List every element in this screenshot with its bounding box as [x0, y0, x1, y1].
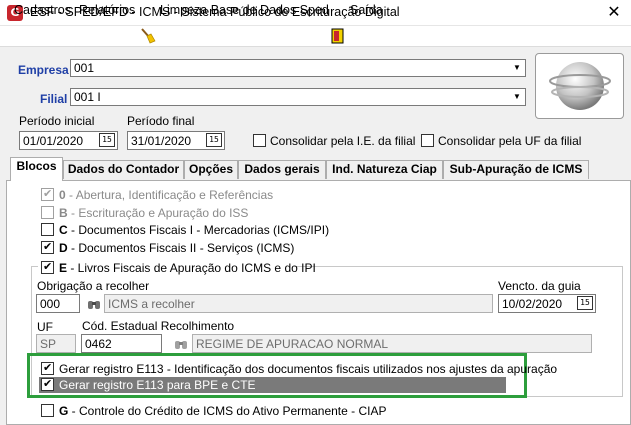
bloco-b-label: B - Escrituração e Apuração do ISS: [59, 206, 249, 220]
logo-globe-icon: [549, 62, 611, 110]
uf-value: SP: [40, 337, 57, 351]
bloco-e-checkbox[interactable]: [41, 260, 54, 274]
e113-bpe-checkbox[interactable]: [41, 377, 54, 391]
calendar-icon[interactable]: 15: [99, 133, 115, 147]
vencto-input[interactable]: 10/02/2020 15: [498, 294, 596, 313]
periodo-final-value: 31/01/2020: [131, 134, 192, 148]
bloco-e-label: E - Livros Fiscais de Apuração do ICMS e…: [59, 261, 316, 275]
menu-relatorios[interactable]: Relatórios: [79, 2, 135, 19]
menu-limpeza-base[interactable]: Limpeza Base de Dados Sped: [160, 2, 329, 19]
obrigacao-desc-input: ICMS a recolher: [104, 294, 493, 313]
menu-bar: [0, 26, 631, 47]
obrigacao-desc-value: ICMS a recolher: [108, 297, 195, 311]
broom-icon: [141, 28, 156, 44]
uf-label: UF: [37, 320, 53, 334]
bloco-0-label: 0 - Abertura, Identificação e Referência…: [59, 188, 274, 202]
vencto-value: 10/02/2020: [502, 297, 563, 311]
filial-value: 001 I: [74, 90, 101, 104]
e113-bpe-label: Gerar registro E113 para BPE e CTE: [59, 378, 256, 392]
tab-dados-gerais[interactable]: Dados gerais: [238, 160, 326, 179]
bloco-g-label: G - Controle do Crédito de ICMS do Ativo…: [59, 404, 387, 418]
uf-input: SP: [36, 334, 76, 353]
empresa-label: Empresa: [18, 63, 69, 77]
close-icon[interactable]: ✕: [600, 2, 628, 24]
periodo-inicial-label: Período inicial: [19, 114, 95, 128]
calendar-icon[interactable]: 15: [206, 133, 222, 147]
bloco-c-checkbox[interactable]: [41, 223, 54, 236]
tab-dados-contador[interactable]: Dados do Contador: [63, 160, 184, 179]
calendar-icon[interactable]: 15: [577, 296, 593, 310]
empresa-combo[interactable]: 001 ▼: [70, 59, 526, 77]
consolidar-uf-label: Consolidar pela UF da filial: [438, 134, 582, 148]
bloco-0-checkbox[interactable]: [41, 187, 54, 201]
bloco-g-checkbox[interactable]: [41, 404, 54, 417]
filial-label: Filial: [40, 92, 68, 106]
periodo-inicial-input[interactable]: 01/01/2020 15: [19, 131, 118, 150]
obrigacao-label: Obrigação a recolher: [37, 279, 150, 293]
consolidar-ie-label: Consolidar pela I.E. da filial: [270, 134, 416, 148]
e113-checkbox[interactable]: [41, 361, 54, 375]
obrigacao-code-input[interactable]: 000: [36, 294, 80, 313]
chevron-down-icon[interactable]: ▼: [510, 90, 524, 104]
menu-saida[interactable]: Saída: [350, 2, 383, 19]
tab-ind-natureza-ciap[interactable]: Ind. Natureza Ciap: [326, 160, 443, 179]
cod-estadual-desc-value: REGIME DE APURACAO NORMAL: [196, 337, 389, 351]
empresa-value: 001: [74, 61, 95, 75]
binoculars-icon[interactable]: [173, 336, 189, 352]
cod-estadual-label: Cód. Estadual Recolhimento: [82, 319, 235, 333]
bloco-d-label: D - Documentos Fiscais II - Serviços (IC…: [59, 241, 295, 255]
tab-opcoes[interactable]: Opções: [184, 160, 238, 179]
bloco-d-checkbox[interactable]: [41, 240, 54, 254]
company-logo: [535, 53, 624, 119]
chevron-down-icon[interactable]: ▼: [510, 61, 524, 75]
e113-label: Gerar registro E113 - Identificação dos …: [59, 362, 558, 376]
periodo-final-input[interactable]: 31/01/2020 15: [127, 131, 225, 150]
periodo-inicial-value: 01/01/2020: [23, 134, 84, 148]
bloco-b-checkbox[interactable]: [41, 206, 54, 219]
tab-sub-apuracao-icms[interactable]: Sub-Apuração de ICMS: [443, 160, 589, 179]
consolidar-ie-checkbox[interactable]: [253, 134, 266, 147]
cod-estadual-desc-input: REGIME DE APURACAO NORMAL: [192, 334, 592, 353]
cod-estadual-code-input[interactable]: 0462: [81, 334, 162, 353]
cod-estadual-code-value: 0462: [85, 337, 112, 351]
binoculars-icon[interactable]: [86, 296, 102, 312]
bloco-c-label: C - Documentos Fiscais I - Mercadorias (…: [59, 223, 330, 237]
consolidar-uf-checkbox[interactable]: [421, 134, 434, 147]
obrigacao-code-value: 000: [40, 297, 61, 311]
vencto-label: Vencto. da guia: [498, 279, 581, 293]
periodo-final-label: Período final: [127, 114, 195, 128]
tab-blocos[interactable]: Blocos: [10, 157, 63, 181]
filial-combo[interactable]: 001 I ▼: [70, 88, 526, 106]
exit-door-icon: [331, 28, 344, 44]
menu-cadastros[interactable]: Cadastros: [14, 2, 71, 19]
